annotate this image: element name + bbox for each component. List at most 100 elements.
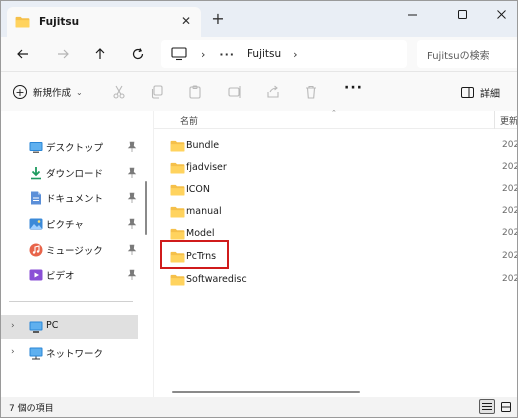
list-item[interactable]: manual 2024	[168, 201, 517, 223]
horizontal-scrollbar[interactable]	[172, 391, 360, 393]
nav-label: デスクトップ	[46, 143, 104, 154]
forward-arrow-icon	[58, 49, 69, 59]
file-date: 2024	[502, 162, 517, 172]
file-date: 2024	[502, 228, 517, 238]
new-button[interactable]: + 新規作成 ⌄	[13, 83, 83, 101]
close-icon	[496, 9, 506, 19]
column-header: ⌃ 名前 更新日時	[154, 109, 517, 129]
delete-button[interactable]	[303, 84, 319, 100]
column-date[interactable]: 更新日時	[500, 114, 517, 127]
videos-icon	[29, 269, 43, 281]
file-date: 2024	[502, 184, 517, 194]
more-options-button[interactable]: ···	[344, 81, 362, 99]
rename-button[interactable]	[227, 84, 243, 100]
refresh-button[interactable]	[126, 42, 150, 66]
maximize-icon	[457, 9, 467, 19]
copy-icon	[151, 85, 163, 99]
up-arrow-icon	[95, 48, 105, 59]
nav-item-music[interactable]: ミュージック	[9, 238, 143, 262]
address-bar[interactable]: › ··· Fujitsu ›	[161, 40, 407, 68]
details-pane-button[interactable]: 詳細	[461, 84, 500, 100]
share-icon	[267, 85, 279, 98]
chevron-down-icon: ⌄	[76, 87, 83, 97]
nav-item-videos[interactable]: ビデオ	[9, 263, 143, 287]
close-tab-icon[interactable]: ✕	[179, 14, 193, 28]
item-count: 7 個の項目	[9, 404, 54, 414]
list-item[interactable]: Softwaredisc 2024	[168, 269, 517, 291]
nav-item-pc[interactable]: › PC	[1, 315, 138, 339]
pin-icon[interactable]	[127, 167, 137, 179]
pin-icon[interactable]	[127, 141, 137, 153]
nav-item-pictures[interactable]: ピクチャ	[9, 212, 143, 236]
details-label: 詳細	[480, 88, 500, 100]
nav-label: ダウンロード	[46, 169, 104, 180]
folder-icon	[170, 206, 185, 218]
maximize-button[interactable]	[449, 5, 475, 23]
file-name: Softwaredisc	[186, 274, 247, 285]
list-item[interactable]: Bundle 2024	[168, 135, 517, 157]
pin-icon[interactable]	[127, 244, 137, 256]
file-name: Bundle	[186, 140, 220, 151]
chevron-right-icon[interactable]: ›	[293, 48, 297, 61]
nav-item-downloads[interactable]: ダウンロード	[9, 161, 143, 185]
trash-icon	[306, 85, 316, 99]
music-icon	[29, 243, 43, 257]
forward-button[interactable]	[51, 42, 75, 66]
folder-icon	[170, 228, 185, 240]
clipboard-icon	[189, 85, 201, 99]
nav-item-documents[interactable]: ドキュメント	[9, 186, 143, 210]
folder-icon	[15, 16, 30, 28]
breadcrumb-fujitsu[interactable]: Fujitsu	[247, 48, 281, 60]
close-window-button[interactable]	[488, 5, 514, 23]
list-item[interactable]: ICON 2024	[168, 179, 517, 201]
navigation-pane: デスクトップ ダウンロード ドキュメント ピクチャ ミュージック ビデオ › P…	[1, 111, 151, 397]
back-button[interactable]	[11, 42, 35, 66]
tiles-view-icon	[501, 401, 511, 412]
content-area: デスクトップ ダウンロード ドキュメント ピクチャ ミュージック ビデオ › P…	[1, 109, 517, 397]
title-bar: Fujitsu ✕ +	[1, 1, 517, 37]
tiles-view-button[interactable]	[498, 399, 514, 414]
nav-item-desktop[interactable]: デスクトップ	[9, 135, 143, 159]
nav-scrollbar[interactable]	[145, 181, 147, 235]
sort-up-icon: ⌃	[331, 109, 337, 117]
file-explorer-window: Fujitsu ✕ + › ··· Fujitsu › Fujitsuの検索 +…	[0, 0, 518, 418]
file-name: ICON	[186, 184, 211, 195]
tab-title: Fujitsu	[39, 16, 80, 28]
share-button[interactable]	[265, 84, 281, 100]
details-pane-icon	[461, 86, 474, 98]
tab-fujitsu[interactable]: Fujitsu ✕	[7, 7, 201, 37]
column-name[interactable]: 名前	[180, 114, 198, 127]
copy-button[interactable]	[149, 84, 165, 100]
highlight-box	[160, 240, 229, 269]
chevron-right-icon[interactable]: ›	[11, 321, 15, 331]
pc-icon	[29, 321, 43, 333]
search-input[interactable]: Fujitsuの検索	[417, 40, 517, 68]
nav-label: ドキュメント	[46, 194, 104, 205]
back-arrow-icon	[17, 49, 28, 59]
details-view-button[interactable]	[479, 399, 495, 414]
nav-item-network[interactable]: › ネットワーク	[9, 341, 143, 365]
pin-icon[interactable]	[127, 269, 137, 281]
breadcrumb-overflow[interactable]: ···	[219, 48, 235, 61]
column-divider[interactable]	[494, 111, 495, 129]
folder-icon	[170, 184, 185, 196]
plus-icon: +	[13, 85, 27, 99]
list-item[interactable]: fjadviser 2024	[168, 157, 517, 179]
nav-label: ネットワーク	[46, 349, 104, 360]
pin-icon[interactable]	[127, 192, 137, 204]
minimize-button[interactable]	[399, 5, 425, 23]
pin-icon[interactable]	[127, 218, 137, 230]
folder-icon	[170, 140, 185, 152]
folder-icon	[170, 274, 185, 286]
paste-button[interactable]	[187, 84, 203, 100]
network-icon	[29, 347, 43, 360]
chevron-right-icon[interactable]: ›	[11, 347, 15, 357]
up-button[interactable]	[88, 42, 112, 66]
scissors-icon	[113, 85, 125, 99]
new-tab-button[interactable]: +	[210, 11, 226, 27]
refresh-icon	[132, 48, 144, 60]
cut-button[interactable]	[111, 84, 127, 100]
address-toolbar: › ··· Fujitsu › Fujitsuの検索	[1, 37, 517, 71]
file-name: Model	[186, 228, 215, 239]
minimize-icon	[407, 14, 417, 15]
